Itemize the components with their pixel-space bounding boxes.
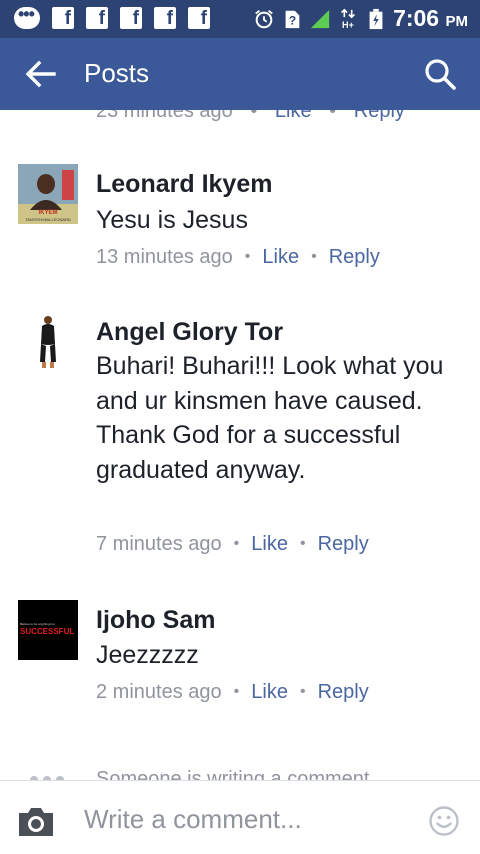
like-link[interactable]: Like [251,533,288,555]
avatar[interactable]: Believe to be anything but SUCCESSFUL [18,600,78,660]
partial-comment-meta: 23 minutes ago • Like • Reply [96,110,405,123]
like-link[interactable]: Like [275,110,312,122]
alarm-clock-icon [255,9,273,28]
chat-icon [14,4,40,29]
avatar-caption: Believe to be anything but [20,622,55,626]
avatar[interactable]: IKYEM TAVERSHIMA LEONARD [18,164,78,224]
status-bar: f f f f f ? H+ 7:06 PM [0,0,480,38]
facebook-icon: f [52,7,74,29]
signal-icon [310,9,330,28]
avatar-caption: TAVERSHIMA LEONARD [25,217,71,222]
commenter-name[interactable]: Leonard Ikyem [96,170,272,199]
profile-photo [18,312,78,372]
like-link[interactable]: Like [251,681,288,703]
comment-list: 23 minutes ago • Like • Reply IKYEM TAVE… [0,110,480,780]
avatar-caption: IKYEM [38,210,58,216]
comment-time: 13 minutes ago [96,246,233,268]
comment-text: Buhari! Buhari!!! Look what you and ur k… [96,352,444,484]
like-link[interactable]: Like [262,246,299,268]
commenter-name[interactable]: Angel Glory Tor [96,318,283,347]
reply-link[interactable]: Reply [329,246,380,268]
comment-time: 23 minutes ago [96,110,233,122]
notification-icons: f f f f f [14,4,210,29]
comment-meta: 13 minutes ago • Like • Reply [96,246,380,268]
comment-text: Yesu is Jesus [96,206,248,234]
typing-indicator: Someone is writing a comment... [0,768,480,780]
facebook-icon: f [188,7,210,29]
clock: 7:06 PM [393,5,468,31]
camera-icon[interactable] [16,805,56,839]
reply-link[interactable]: Reply [318,533,369,555]
facebook-icon: f [120,7,142,29]
h-plus-data-icon: H+ [341,8,356,30]
commenter-name[interactable]: Ijoho Sam [96,606,215,635]
back-arrow-icon[interactable] [24,59,56,89]
search-icon[interactable] [424,58,456,90]
typing-text: Someone is writing a comment... [96,768,387,780]
unknown-sim-icon: ? [285,10,300,28]
system-icons: ? H+ 7:06 PM [253,5,468,32]
comment-time: 7 minutes ago [96,533,222,555]
avatar[interactable] [18,312,78,372]
battery-icon [369,8,383,29]
comment-input[interactable] [84,799,404,839]
app-bar: Posts [0,38,480,110]
svg-text:H+: H+ [342,20,354,30]
reply-link[interactable]: Reply [318,681,369,703]
page-title: Posts [84,58,150,88]
reply-link[interactable]: Reply [354,110,405,122]
comment-text: Jeezzzzz [96,641,199,669]
comment-time: 2 minutes ago [96,681,222,703]
facebook-icon: f [86,7,108,29]
facebook-icon: f [154,7,176,29]
emoji-icon[interactable] [428,805,460,837]
comment-meta: 7 minutes ago • Like • Reply [96,533,369,555]
comment-meta: 2 minutes ago • Like • Reply [96,681,369,703]
svg-text:?: ? [289,13,296,27]
comment-composer [0,780,480,854]
avatar-caption: SUCCESSFUL [20,627,75,636]
